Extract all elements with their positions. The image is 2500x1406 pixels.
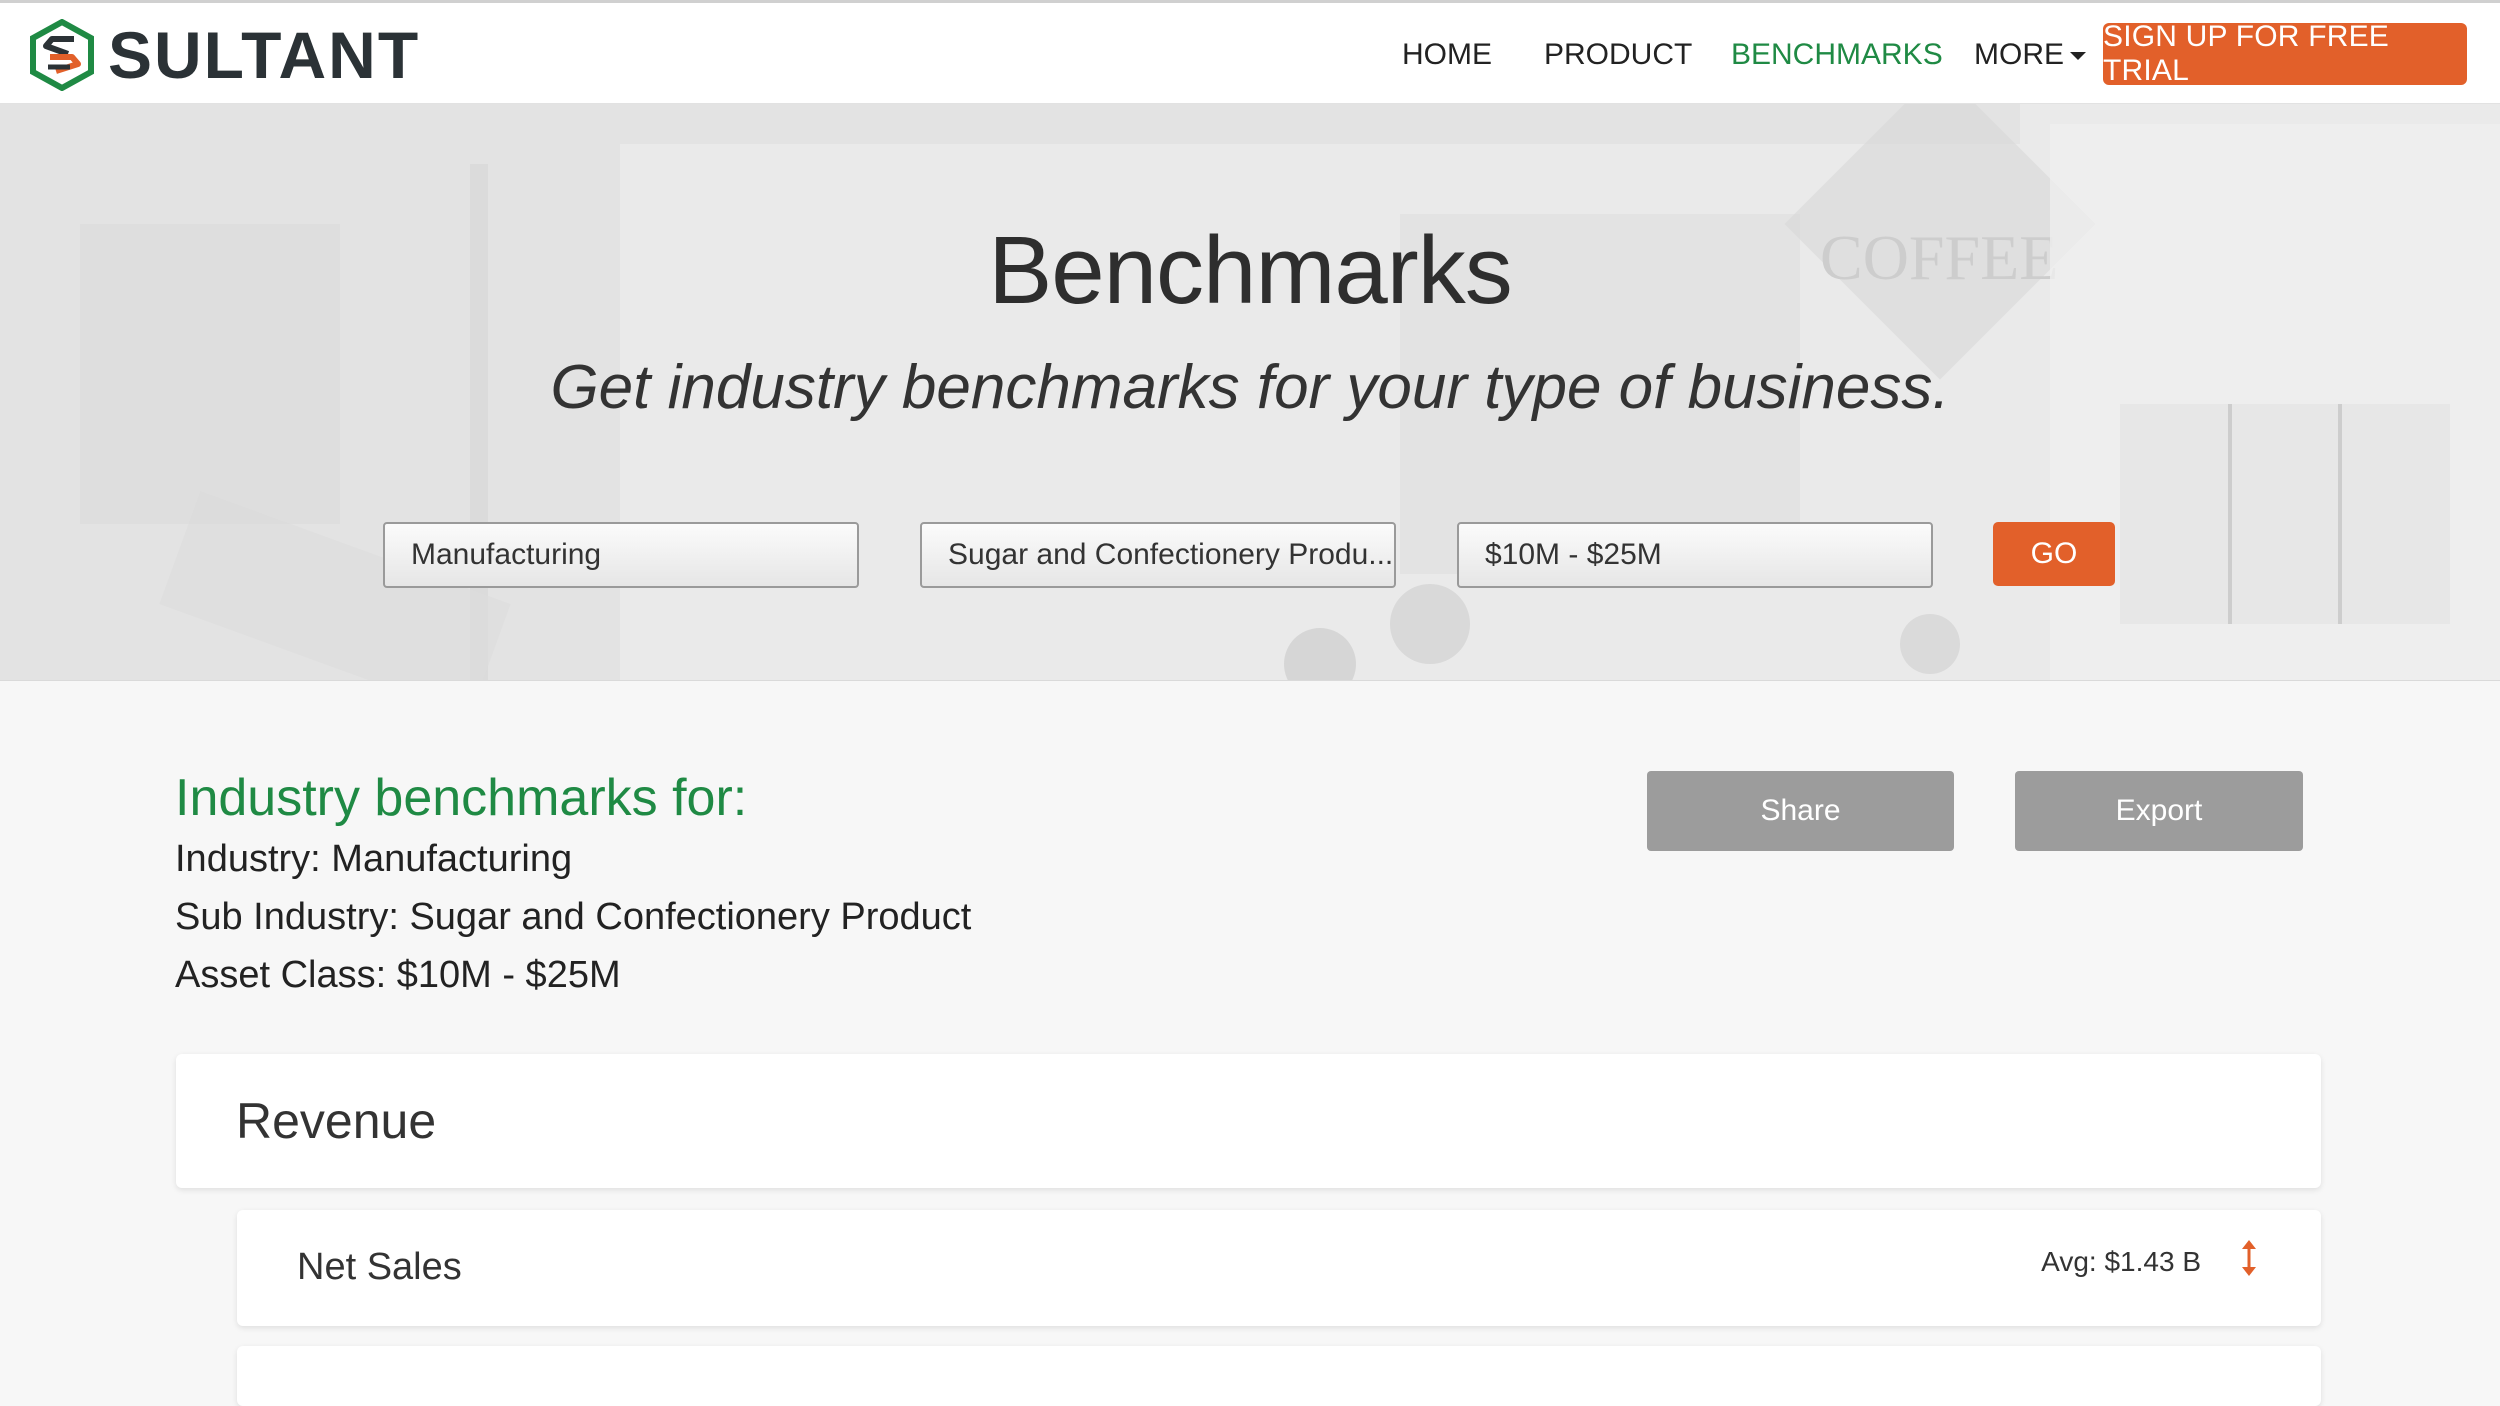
asset-class-select[interactable]: $10M - $25M [1457, 522, 1933, 588]
brand-logo[interactable]: SULTANT [30, 18, 421, 92]
sub-industry-select[interactable]: Sugar and Confectionery Produ... [920, 522, 1396, 588]
nav-product[interactable]: PRODUCT [1544, 35, 1692, 75]
hero-banner: COFFEE Benchmarks Get industry benchmark… [0, 104, 2500, 681]
logo-hexagon-icon [30, 19, 94, 91]
nav-home[interactable]: HOME [1402, 35, 1492, 75]
benchmarks-heading: Industry benchmarks for: [175, 769, 748, 827]
industry-line: Industry: Manufacturing [175, 838, 573, 880]
go-button[interactable]: GO [1993, 522, 2115, 586]
net-sales-row[interactable]: Net Sales Avg: $1.43 B [237, 1210, 2321, 1326]
nav-more-label: MORE [1974, 38, 2064, 71]
sort-icon[interactable] [2239, 1240, 2259, 1276]
caret-down-icon [2070, 52, 2086, 61]
metric-label: Net Sales [297, 1246, 462, 1288]
next-metric-row[interactable] [237, 1346, 2321, 1406]
share-button[interactable]: Share [1647, 771, 1954, 851]
export-button[interactable]: Export [2015, 771, 2303, 851]
signup-free-trial-button[interactable]: SIGN UP FOR FREE TRIAL [2103, 20, 2467, 87]
nav-more[interactable]: MORE [1974, 35, 2086, 75]
brand-name: SULTANT [108, 18, 421, 92]
page-title: Benchmarks [988, 217, 1513, 324]
sub-industry-line: Sub Industry: Sugar and Confectionery Pr… [175, 896, 972, 938]
page-subtitle: Get industry benchmarks for your type of… [550, 353, 1950, 422]
top-navbar: SULTANT HOME PRODUCT BENCHMARKS MORE SIG… [0, 0, 2500, 104]
nav-benchmarks[interactable]: BENCHMARKS [1731, 35, 1943, 75]
metric-average: Avg: $1.43 B [2041, 1246, 2201, 1277]
revenue-section-header[interactable]: Revenue [176, 1054, 2321, 1188]
section-title: Revenue [236, 1093, 437, 1149]
industry-select[interactable]: Manufacturing [383, 522, 859, 588]
asset-class-line: Asset Class: $10M - $25M [175, 954, 621, 996]
